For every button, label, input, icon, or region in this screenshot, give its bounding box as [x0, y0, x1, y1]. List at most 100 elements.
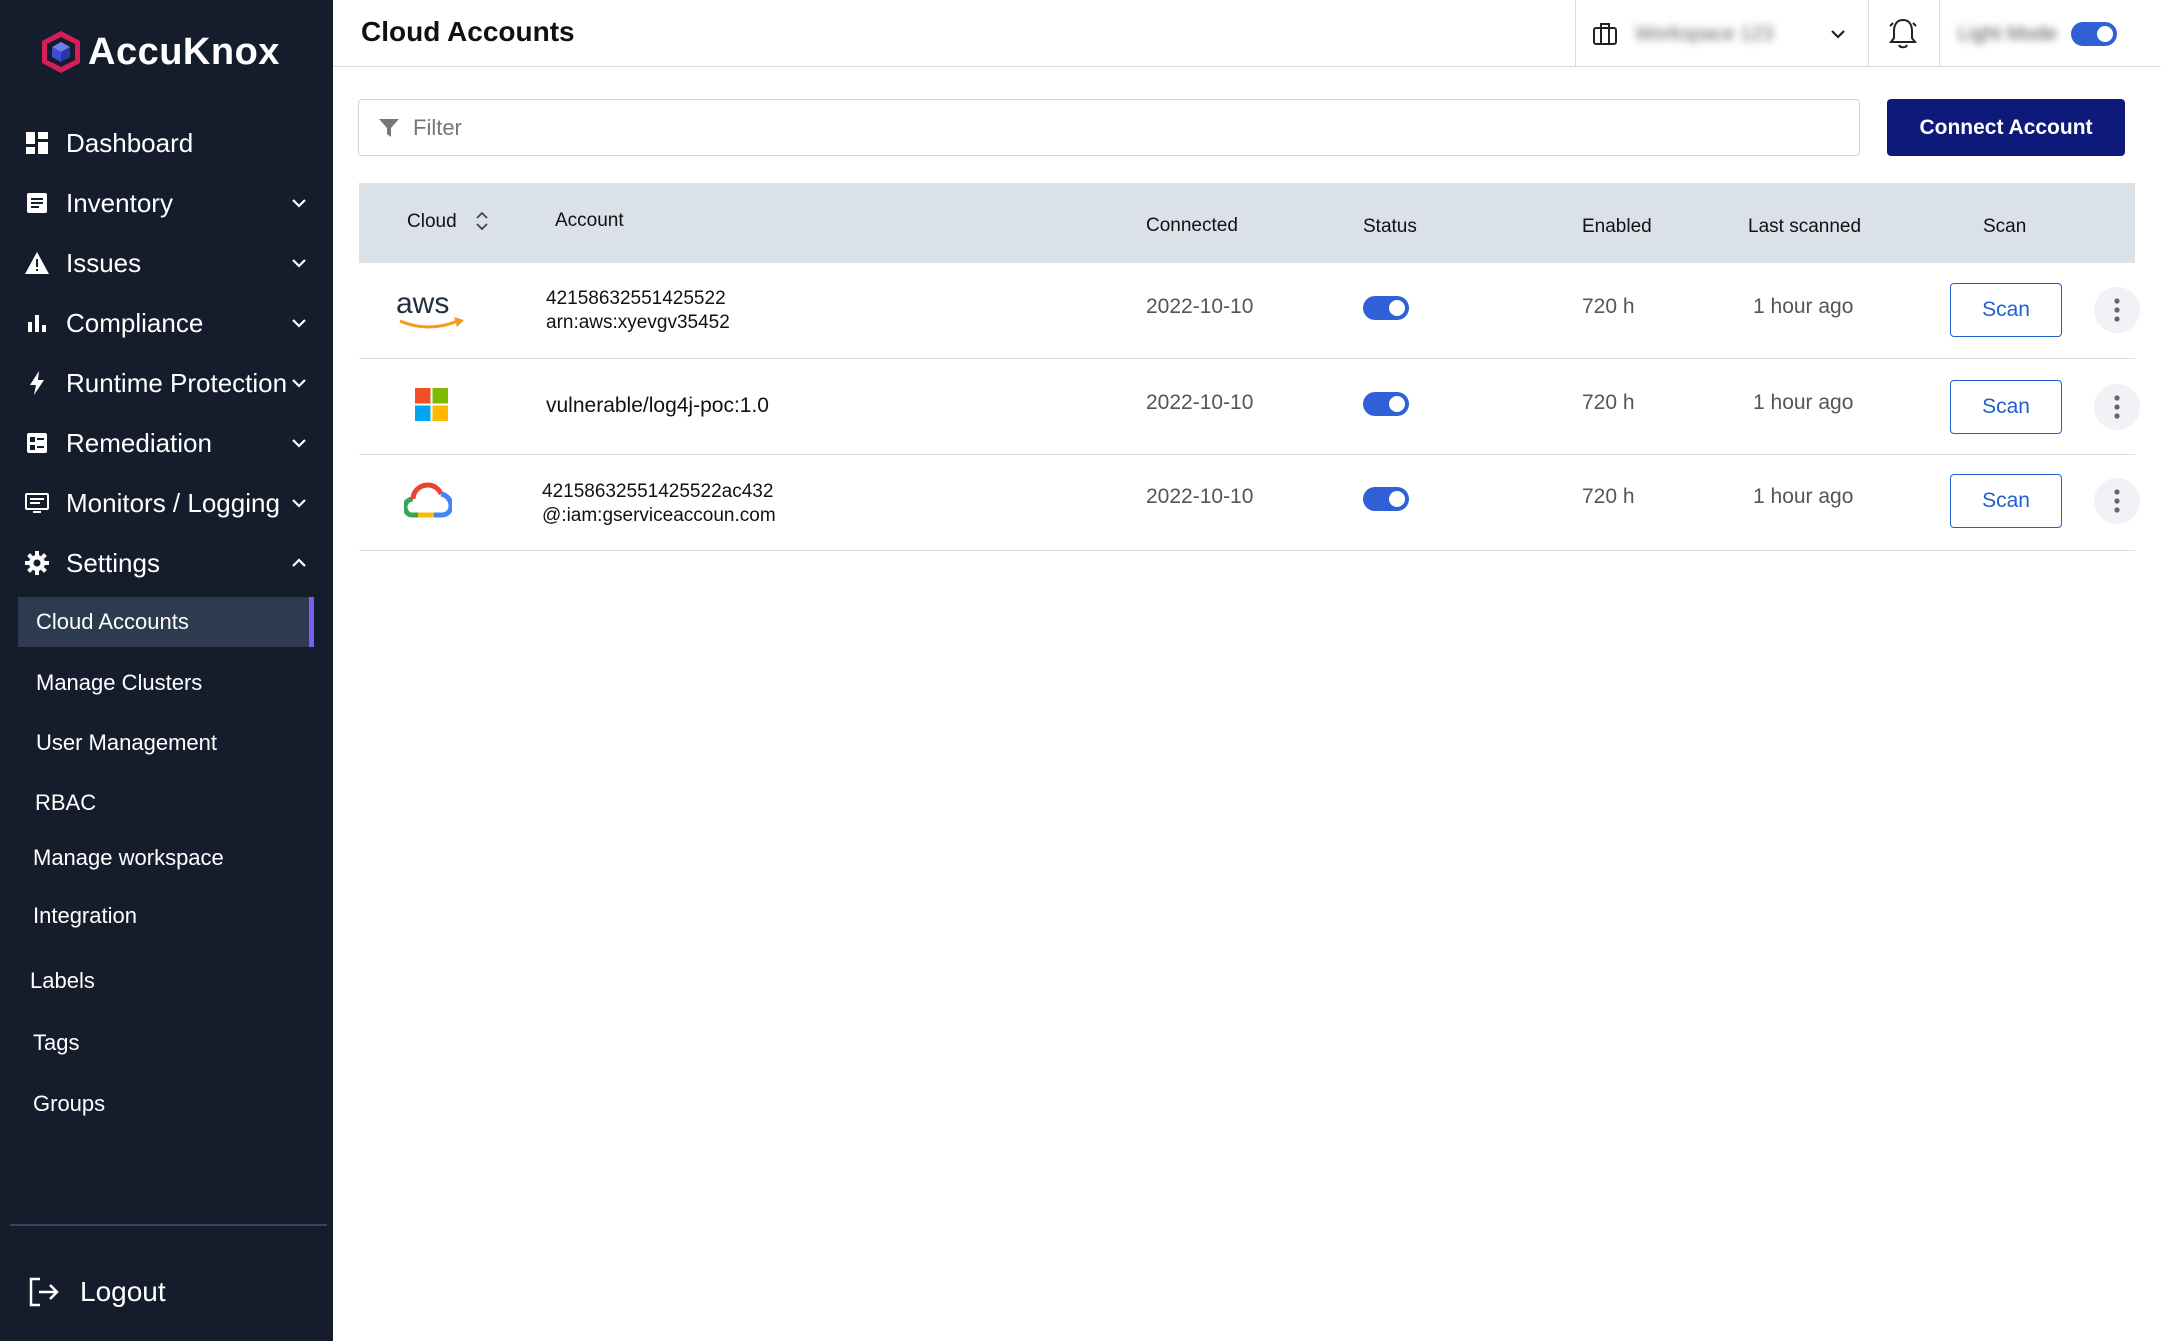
chevron-down-icon: [292, 199, 306, 208]
sidebar-sub-item-manage-workspace[interactable]: Manage workspace: [33, 833, 224, 883]
sidebar-sub-item-manage-clusters[interactable]: Manage Clusters: [36, 658, 202, 708]
connect-account-button[interactable]: Connect Account: [1887, 99, 2125, 156]
table-row: vulnerable/log4j-poc:1.0 2022-10-10 720 …: [359, 359, 2140, 455]
logout-label: Logout: [80, 1276, 166, 1307]
account-cell: 42158632551425522 arn:aws:xyevgv35452: [546, 287, 730, 335]
sidebar: AccuKnox Dashboard Inventory Issues Comp…: [0, 0, 333, 1341]
bell-icon[interactable]: [1885, 16, 1921, 52]
page-title: Cloud Accounts: [361, 16, 575, 47]
chevron-down-icon: [292, 499, 306, 508]
sidebar-sub-item-tags[interactable]: Tags: [33, 1018, 79, 1068]
header-divider: [1575, 0, 1576, 66]
sidebar-item-label: Dashboard: [66, 127, 194, 158]
column-header-scan: Scan: [1983, 216, 2027, 237]
sidebar-sub-item-integration[interactable]: Integration: [33, 891, 137, 941]
account-id: 42158632551425522ac432: [542, 481, 774, 502]
bolt-icon: [24, 370, 50, 396]
status-toggle[interactable]: [1363, 392, 1409, 416]
sidebar-item-settings[interactable]: Settings: [0, 535, 333, 591]
filter-bar: [358, 99, 1860, 156]
logout-icon: [29, 1277, 59, 1307]
accuknox-logo-icon: [42, 31, 80, 73]
sidebar-sub-item-user-management[interactable]: User Management: [36, 718, 217, 768]
theme-mode-toggle[interactable]: [2070, 22, 2117, 46]
scan-button[interactable]: Scan: [1950, 380, 2062, 434]
remediation-icon: [24, 430, 50, 456]
brand-name: AccuKnox: [88, 30, 280, 73]
more-vertical-icon: [2114, 395, 2120, 419]
status-toggle[interactable]: [1363, 296, 1409, 320]
workspace-name: Workspace 123: [1635, 22, 1774, 45]
gear-icon: [24, 550, 50, 576]
sidebar-item-label: Remediation: [66, 427, 212, 458]
sidebar-item-label: Settings: [66, 547, 160, 578]
sidebar-item-issues[interactable]: Issues: [0, 235, 333, 291]
bar-chart-icon: [24, 310, 50, 336]
account-cell: vulnerable/log4j-poc:1.0: [546, 394, 769, 418]
connected-date: 2022-10-10: [1146, 391, 1254, 414]
column-header-connected: Connected: [1146, 215, 1238, 236]
more-vertical-icon: [2114, 298, 2120, 322]
chevron-down-icon: [292, 439, 306, 448]
header-divider: [1868, 0, 1869, 66]
more-options-button[interactable]: [2094, 384, 2140, 430]
briefcase-icon: [1593, 23, 1617, 45]
more-vertical-icon: [2114, 489, 2120, 513]
table-row: 42158632551425522ac432 @:iam:gserviceacc…: [359, 455, 2140, 551]
sidebar-item-inventory[interactable]: Inventory: [0, 175, 333, 231]
column-header-last-scanned: Last scanned: [1748, 216, 1862, 237]
header-divider: [1939, 0, 1940, 66]
logout-button[interactable]: Logout: [28, 1268, 166, 1316]
chevron-down-icon: [292, 319, 306, 328]
sidebar-sub-item-rbac[interactable]: RBAC: [35, 778, 96, 828]
sidebar-divider: [10, 1224, 327, 1226]
column-header-enabled: Enabled: [1582, 216, 1652, 237]
svg-text:aws: aws: [396, 289, 449, 320]
theme-mode-control: Light Mode: [1958, 18, 2117, 50]
scan-button[interactable]: Scan: [1950, 474, 2062, 528]
chevron-up-icon: [292, 558, 306, 567]
column-header-status: Status: [1363, 216, 1417, 237]
account-arn: arn:aws:xyevgv35452: [546, 312, 730, 333]
connected-date: 2022-10-10: [1146, 295, 1254, 318]
sidebar-item-runtime-protection[interactable]: Runtime Protection: [0, 355, 333, 411]
table-row: aws 42158632551425522 arn:aws:xyevgv3545…: [359, 263, 2140, 359]
connected-date: 2022-10-10: [1146, 485, 1254, 508]
sidebar-sub-item-cloud-accounts[interactable]: Cloud Accounts: [18, 597, 314, 647]
chevron-down-icon: [1831, 30, 1845, 39]
account-cell: 42158632551425522ac432 @:iam:gserviceacc…: [542, 480, 776, 528]
monitor-icon: [24, 490, 50, 516]
account-id: vulnerable/log4j-poc:1.0: [546, 394, 769, 417]
sidebar-item-dashboard[interactable]: Dashboard: [0, 115, 333, 171]
account-email: @:iam:gserviceaccoun.com: [542, 505, 776, 526]
sidebar-sub-item-labels[interactable]: Labels: [30, 956, 95, 1006]
last-scanned: 1 hour ago: [1753, 391, 1854, 414]
table-header: Cloud Account Connected Status Enabled L…: [359, 183, 2135, 263]
enabled-duration: 720 h: [1582, 295, 1635, 318]
last-scanned: 1 hour ago: [1753, 485, 1854, 508]
aws-logo-icon: aws: [396, 289, 464, 329]
filter-input[interactable]: [413, 114, 1813, 141]
filter-icon: [379, 118, 399, 137]
sidebar-item-monitors-logging[interactable]: Monitors / Logging: [0, 475, 333, 531]
workspace-selector[interactable]: Workspace 123: [1593, 14, 1848, 54]
chevron-down-icon: [292, 379, 306, 388]
sidebar-item-remediation[interactable]: Remediation: [0, 415, 333, 471]
more-options-button[interactable]: [2094, 478, 2140, 524]
inventory-icon: [24, 190, 50, 216]
more-options-button[interactable]: [2094, 287, 2140, 333]
enabled-duration: 720 h: [1582, 485, 1635, 508]
dashboard-icon: [24, 130, 50, 156]
sidebar-item-label: Inventory: [66, 187, 173, 218]
scan-button[interactable]: Scan: [1950, 283, 2062, 337]
status-toggle[interactable]: [1363, 487, 1409, 511]
sidebar-item-compliance[interactable]: Compliance: [0, 295, 333, 351]
chevron-down-icon: [292, 259, 306, 268]
sort-icon[interactable]: [475, 211, 489, 231]
column-header-cloud[interactable]: Cloud: [407, 211, 457, 233]
sidebar-sub-item-groups[interactable]: Groups: [33, 1079, 105, 1129]
warning-icon: [24, 250, 50, 276]
top-header: Cloud Accounts Workspace 123 Light Mode: [333, 0, 2161, 67]
brand-logo[interactable]: AccuKnox: [38, 26, 280, 78]
sidebar-item-label: Compliance: [66, 307, 204, 338]
